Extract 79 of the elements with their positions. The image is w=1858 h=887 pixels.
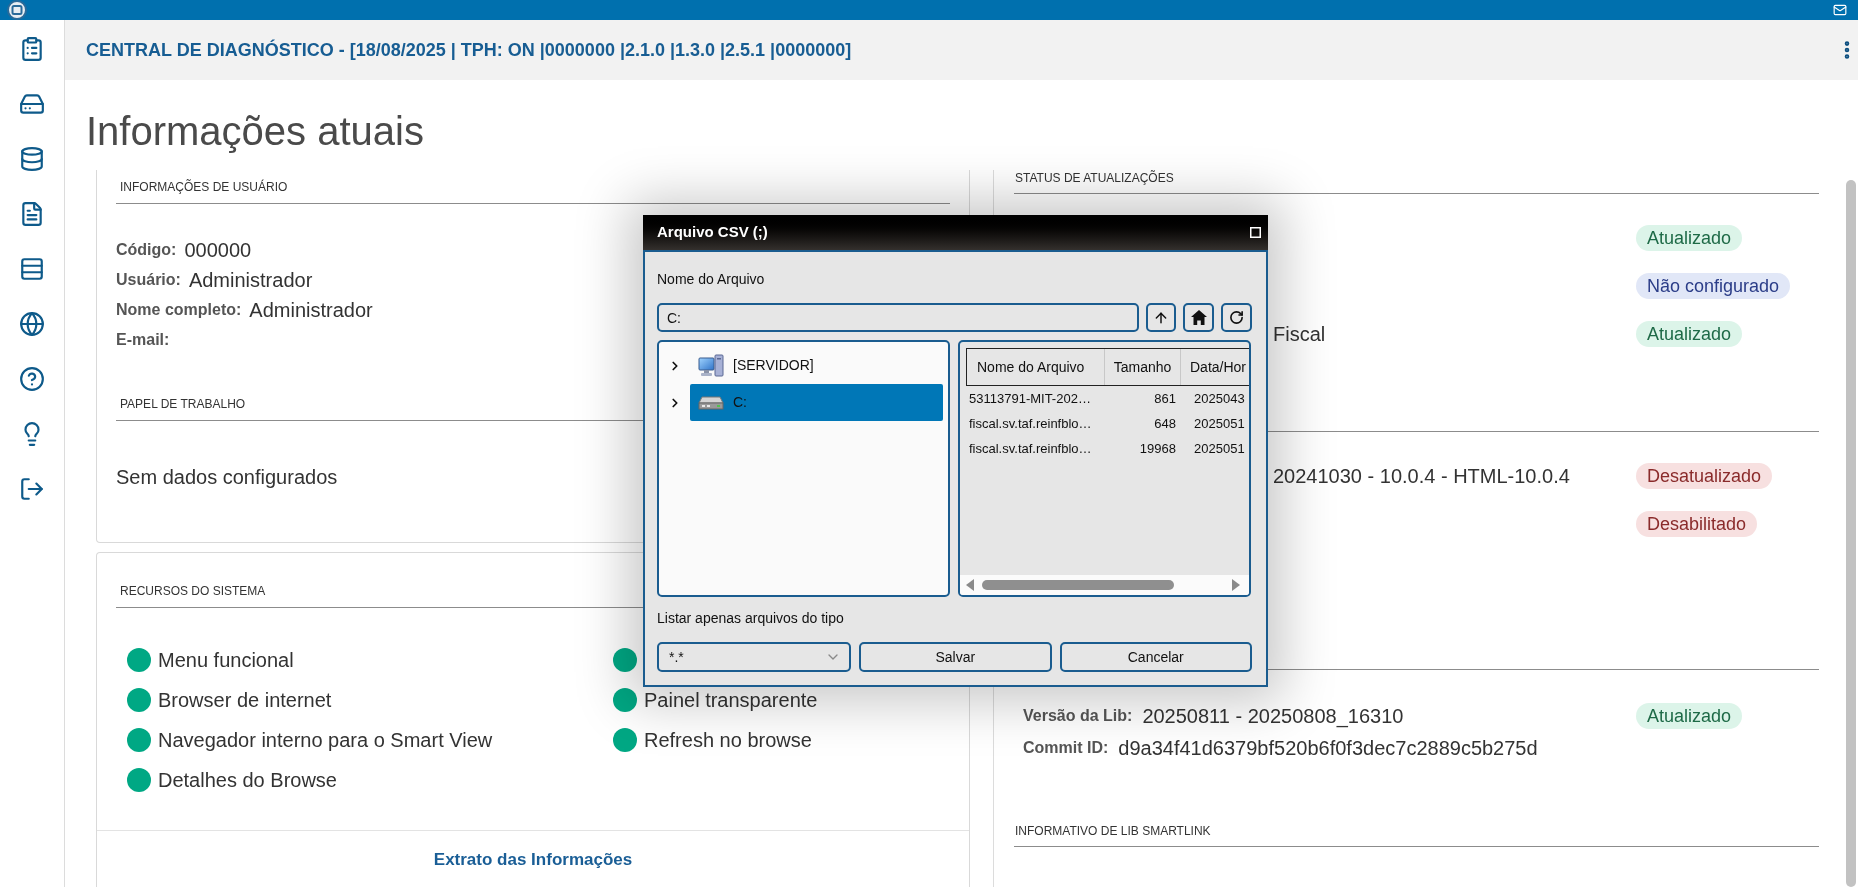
rows-icon[interactable] bbox=[19, 256, 45, 282]
field-value: Administrador bbox=[188, 268, 313, 293]
maximize-icon[interactable] bbox=[1250, 227, 1261, 238]
scrollbar-thumb[interactable] bbox=[1846, 180, 1856, 887]
filter-label: Listar apenas arquivos do tipo bbox=[657, 610, 844, 626]
home-button[interactable] bbox=[1183, 303, 1214, 332]
section-title: INFORMAÇÕES DE USUÁRIO bbox=[120, 179, 288, 195]
file-size: 19968 bbox=[1139, 439, 1176, 458]
hard-drive-icon[interactable] bbox=[19, 91, 45, 117]
section-title: STATUS DE ATUALIZAÇÕES bbox=[1015, 170, 1174, 186]
extract-link[interactable]: Extrato das Informações bbox=[433, 850, 633, 870]
section-title: INFORMATIVO DE LIB SMARTLINK bbox=[1015, 823, 1211, 839]
dialog-title: Arquivo CSV (;) bbox=[657, 222, 768, 243]
status-value: 20241030 - 10.0.4 - HTML-10.0.4 bbox=[1273, 464, 1570, 489]
resource-label: Browser de internet bbox=[158, 688, 332, 712]
file-date: 2025051 bbox=[1194, 415, 1245, 431]
field-value: 000000 bbox=[184, 238, 252, 263]
database-icon[interactable] bbox=[19, 146, 45, 172]
status-value: Fiscal bbox=[1273, 322, 1326, 347]
up-button[interactable] bbox=[1146, 303, 1176, 332]
field-value: d9a34f41d6379bf520b6f0f3dec7c2889c5b275d bbox=[1118, 736, 1538, 761]
mail-icon[interactable] bbox=[1833, 3, 1847, 17]
scroll-right-icon[interactable] bbox=[1232, 579, 1240, 591]
resource-label: Painel transparente bbox=[644, 688, 818, 712]
status-badge: Desatualizado bbox=[1636, 463, 1773, 489]
resource-label: Detalhes do Browse bbox=[158, 768, 337, 792]
status-badge: Atualizado bbox=[1636, 225, 1743, 251]
home-icon bbox=[1190, 310, 1207, 325]
scrollbar-thumb[interactable] bbox=[982, 580, 1174, 590]
empty-message: Sem dados configurados bbox=[116, 465, 338, 489]
tree-item-label: [SERVIDOR] bbox=[733, 356, 814, 375]
column-header[interactable]: Data/Hor bbox=[1190, 356, 1247, 378]
file-date: 2025043 bbox=[1194, 390, 1245, 406]
help-icon[interactable] bbox=[19, 366, 45, 392]
field-label: E-mail: bbox=[116, 330, 170, 350]
refresh-icon bbox=[1229, 310, 1244, 325]
globe-icon[interactable] bbox=[19, 311, 45, 337]
dialog-button[interactable]: Cancelar bbox=[1059, 642, 1252, 672]
resource-label: Refresh no browse bbox=[644, 728, 812, 752]
field-label: Nome completo: bbox=[116, 300, 242, 320]
file-name[interactable]: fiscal.sv.taf.reinfblo… bbox=[969, 440, 1092, 456]
tree-item[interactable]: [SERVIDOR] bbox=[690, 347, 943, 384]
field-label: Commit ID: bbox=[1023, 738, 1109, 758]
field-value: Administrador bbox=[249, 298, 373, 323]
select-value: *.* bbox=[669, 647, 684, 667]
field-label: Versão da Lib: bbox=[1023, 706, 1133, 726]
file-type-select[interactable]: *.* bbox=[657, 642, 851, 672]
scroll-left-icon[interactable] bbox=[966, 579, 974, 591]
refresh-button[interactable] bbox=[1221, 303, 1252, 332]
section-title: PAPEL DE TRABALHO bbox=[120, 396, 246, 412]
file-size: 648 bbox=[1154, 414, 1176, 433]
file-date: 2025051 bbox=[1194, 440, 1245, 456]
column-header[interactable]: Tamanho bbox=[1113, 356, 1172, 378]
tree-item[interactable]: C: bbox=[690, 384, 943, 421]
field-value: 20250811 - 20250808_16310 bbox=[1142, 704, 1404, 730]
resource-label: Navegador interno para o Smart View bbox=[158, 728, 493, 752]
section-title: RECURSOS DO SISTEMA bbox=[120, 583, 266, 599]
dialog-button[interactable]: Salvar bbox=[859, 642, 1052, 672]
status-badge: Desabilitado bbox=[1636, 511, 1758, 537]
status-badge: Atualizado bbox=[1636, 703, 1743, 729]
document-icon[interactable] bbox=[19, 201, 45, 227]
computer-icon bbox=[698, 353, 724, 378]
resource-label: Menu funcional bbox=[158, 648, 294, 672]
file-name[interactable]: 53113791-MIT-202… bbox=[969, 390, 1091, 406]
status-badge: Atualizado bbox=[1636, 321, 1743, 347]
path-field[interactable]: C: bbox=[657, 303, 1139, 332]
status-badge: Não configurado bbox=[1636, 273, 1791, 299]
filename-label: Nome do Arquivo bbox=[657, 271, 765, 287]
column-header[interactable]: Nome do Arquivo bbox=[977, 356, 1085, 378]
tree-item-label: C: bbox=[733, 393, 747, 412]
file-name[interactable]: fiscal.sv.taf.reinfblo… bbox=[969, 415, 1092, 431]
logout-icon[interactable] bbox=[19, 476, 45, 502]
drive-icon bbox=[698, 395, 724, 410]
header-title: CENTRAL DE DIAGNÓSTICO - [18/08/2025 | TPH: ON |0000000 |2.1.0 |1.3.0 |2.5.1 |0000000] bbox=[86, 38, 852, 62]
page-title: Informações atuais bbox=[86, 108, 424, 155]
clipboard-icon[interactable] bbox=[19, 36, 45, 62]
field-label: Usuário: bbox=[116, 270, 181, 290]
field-label: Código: bbox=[116, 240, 177, 260]
file-size: 861 bbox=[1154, 389, 1176, 408]
